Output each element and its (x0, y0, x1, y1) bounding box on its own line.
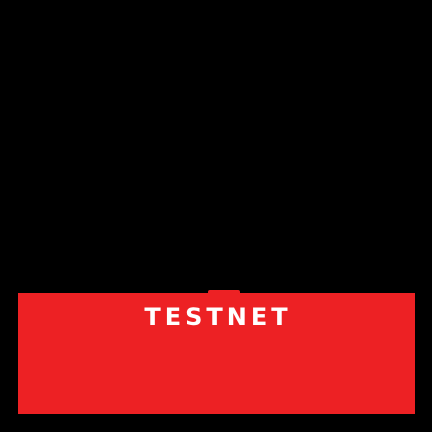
testnet-label: TESTNET (144, 303, 292, 331)
testnet-badge: TESTNET (0, 0, 432, 432)
